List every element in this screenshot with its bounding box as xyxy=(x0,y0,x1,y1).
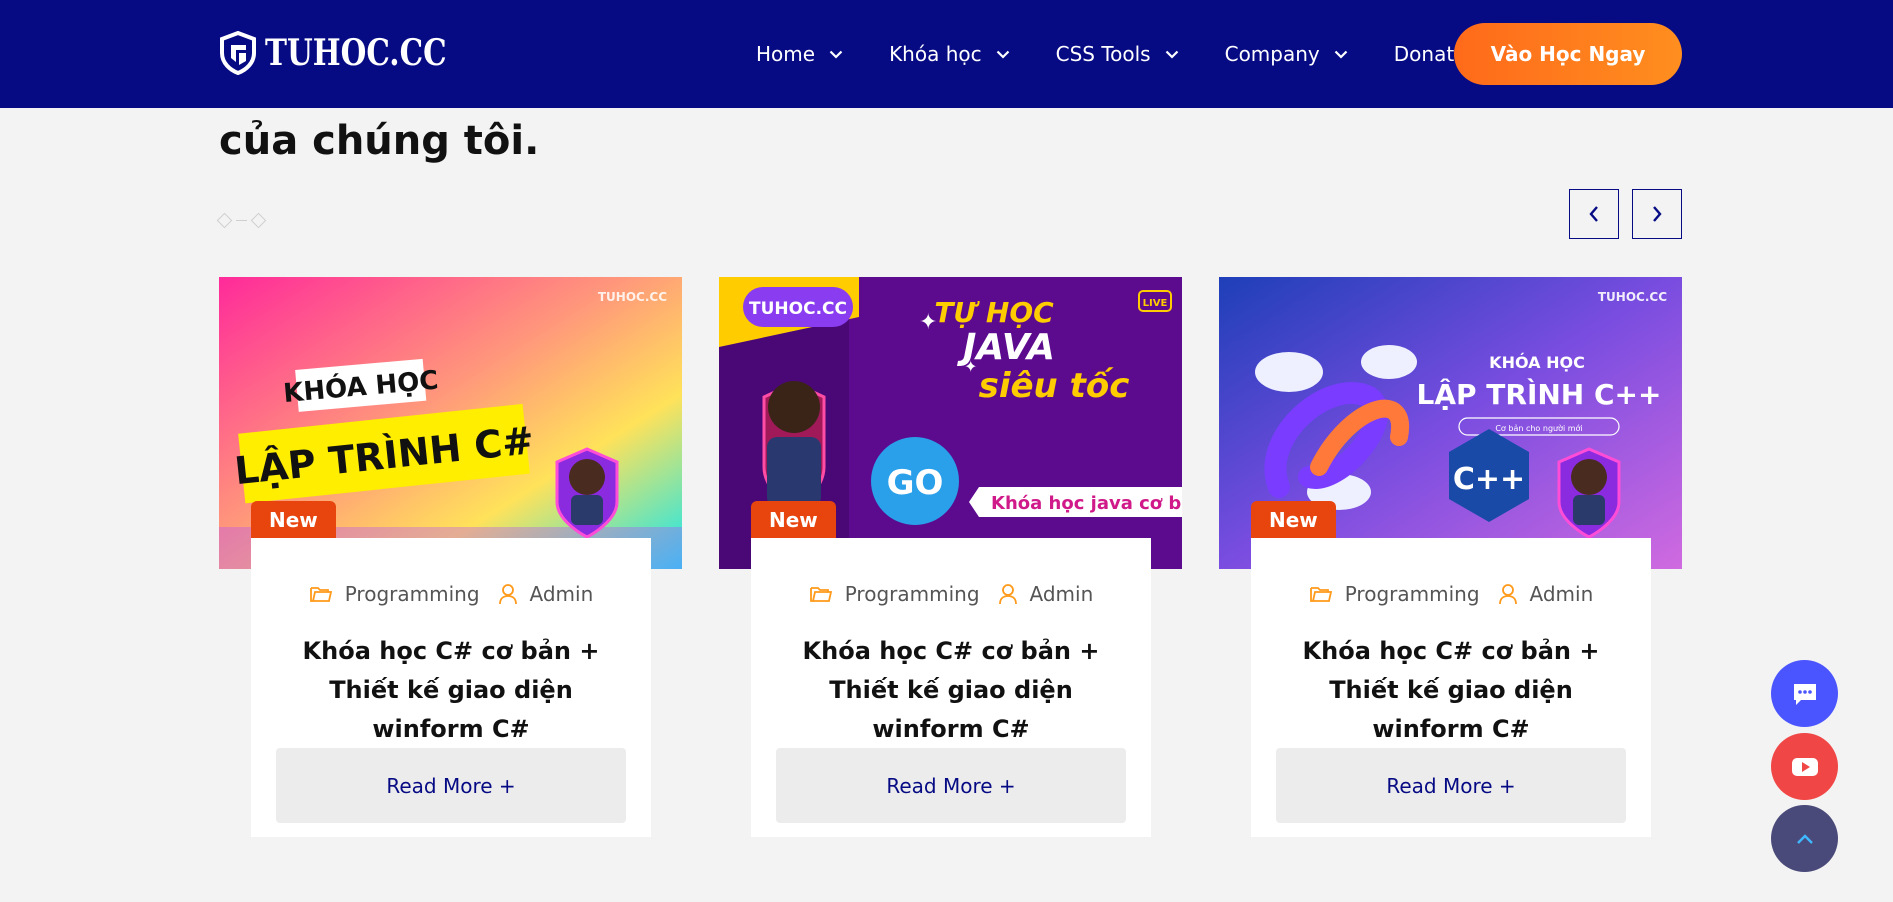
user-icon xyxy=(498,584,517,605)
chat-button[interactable] xyxy=(1771,660,1838,727)
site-header: TUHOC.CC Home Khóa học CSS Tools Company… xyxy=(0,0,1893,108)
nav-khoa-hoc[interactable]: Khóa học xyxy=(889,42,1010,66)
slider-prev-button[interactable] xyxy=(1569,189,1619,239)
chevron-down-icon xyxy=(1334,50,1348,59)
folder-icon xyxy=(309,587,332,602)
nav-css-tools[interactable]: CSS Tools xyxy=(1056,42,1179,66)
folder-icon xyxy=(1309,587,1332,602)
svg-text:TUHOC.CC: TUHOC.CC xyxy=(749,299,847,319)
divider-dash xyxy=(236,219,247,222)
svg-text:Cơ bản cho người mới: Cơ bản cho người mới xyxy=(1495,423,1582,433)
card-meta: Programming Admin xyxy=(751,582,1151,606)
card-meta: Programming Admin xyxy=(1251,582,1651,606)
category-link[interactable]: Programming xyxy=(1309,582,1480,606)
course-card: TUHOC.CC KHÓA HỌC LẬP TRÌNH C++ Cơ bản c… xyxy=(1219,277,1682,861)
category-link[interactable]: Programming xyxy=(809,582,980,606)
chevron-down-icon xyxy=(1165,50,1178,59)
new-badge: New xyxy=(251,501,336,538)
read-more-button[interactable]: Read More + xyxy=(776,748,1126,823)
svg-text:C++: C++ xyxy=(1453,462,1525,497)
diamond-icon xyxy=(216,212,233,229)
chevron-down-icon xyxy=(829,50,843,59)
new-badge: New xyxy=(751,501,836,538)
user-icon xyxy=(998,584,1017,605)
read-more-button[interactable]: Read More + xyxy=(1276,748,1626,823)
category-link[interactable]: Programming xyxy=(309,582,480,606)
read-more-button[interactable]: Read More + xyxy=(276,748,626,823)
nav-company[interactable]: Company xyxy=(1225,42,1348,66)
chat-icon xyxy=(1793,683,1816,705)
nav-khoa-hoc-label: Khóa học xyxy=(889,42,982,66)
svg-text:LIVE: LIVE xyxy=(1143,298,1168,309)
slider-next-button[interactable] xyxy=(1632,189,1682,239)
svg-text:TUHOC.CC: TUHOC.CC xyxy=(598,290,667,304)
category-label: Programming xyxy=(1344,582,1480,606)
nav-home-label: Home xyxy=(756,42,816,66)
svg-text:GO: GO xyxy=(887,463,944,503)
course-card: TUHOC.CC KHÓA HỌC LẬP TRÌNH C# New Progr… xyxy=(219,277,682,861)
scroll-top-button[interactable] xyxy=(1771,805,1838,872)
author-label: Admin xyxy=(1029,582,1094,606)
svg-text:✦: ✦ xyxy=(964,357,977,376)
folder-icon xyxy=(809,587,832,602)
svg-text:✦: ✦ xyxy=(919,310,937,335)
section-title: của chúng tôi. xyxy=(219,118,540,164)
chevron-down-icon xyxy=(996,50,1009,59)
author-link[interactable]: Admin xyxy=(498,582,594,606)
shield-logo-icon xyxy=(220,31,256,75)
svg-text:KHÓA HỌC: KHÓA HỌC xyxy=(1489,353,1585,372)
card-title[interactable]: Khóa học C# cơ bản + Thiết kế giao diện … xyxy=(771,632,1131,749)
svg-text:Khóa học java cơ bản: Khóa học java cơ bản xyxy=(991,493,1182,514)
card-title[interactable]: Khóa học C# cơ bản + Thiết kế giao diện … xyxy=(1271,632,1631,749)
svg-text:LẬP TRÌNH C++: LẬP TRÌNH C++ xyxy=(1417,377,1662,411)
author-link[interactable]: Admin xyxy=(998,582,1094,606)
new-badge: New xyxy=(1251,501,1336,538)
diamond-icon xyxy=(250,212,267,229)
chevron-left-icon xyxy=(1589,206,1598,222)
author-label: Admin xyxy=(529,582,594,606)
card-meta: Programming Admin xyxy=(251,582,651,606)
user-icon xyxy=(1498,584,1517,605)
category-label: Programming xyxy=(344,582,480,606)
svg-text:siêu tốc: siêu tốc xyxy=(979,366,1130,406)
site-logo[interactable]: TUHOC.CC xyxy=(219,31,486,75)
logo-text: TUHOC.CC xyxy=(265,32,447,74)
start-learning-button[interactable]: Vào Học Ngay xyxy=(1454,23,1682,85)
youtube-button[interactable] xyxy=(1771,733,1838,800)
card-title[interactable]: Khóa học C# cơ bản + Thiết kế giao diện … xyxy=(271,632,631,749)
course-card: TUHOC.CC LIVE TỰ HỌC JAVA siêu tốc GO Kh… xyxy=(719,277,1182,861)
svg-text:TỰ HỌC: TỰ HỌC xyxy=(934,296,1054,329)
card-body: Programming Admin Khóa học C# cơ bản + T… xyxy=(251,538,651,837)
nav-home[interactable]: Home xyxy=(756,42,843,66)
nav-css-tools-label: CSS Tools xyxy=(1055,42,1151,66)
card-body: Programming Admin Khóa học C# cơ bản + T… xyxy=(751,538,1151,837)
main-nav: Home Khóa học CSS Tools Company Donate U… xyxy=(756,0,1498,108)
author-label: Admin xyxy=(1529,582,1594,606)
category-label: Programming xyxy=(844,582,980,606)
section-divider xyxy=(216,212,267,229)
chevron-up-icon xyxy=(1796,833,1813,844)
nav-company-label: Company xyxy=(1224,42,1320,66)
card-body: Programming Admin Khóa học C# cơ bản + T… xyxy=(1251,538,1651,837)
author-link[interactable]: Admin xyxy=(1498,582,1594,606)
chevron-right-icon xyxy=(1653,206,1662,222)
youtube-icon xyxy=(1791,757,1818,776)
svg-text:TUHOC.CC: TUHOC.CC xyxy=(1598,290,1667,304)
